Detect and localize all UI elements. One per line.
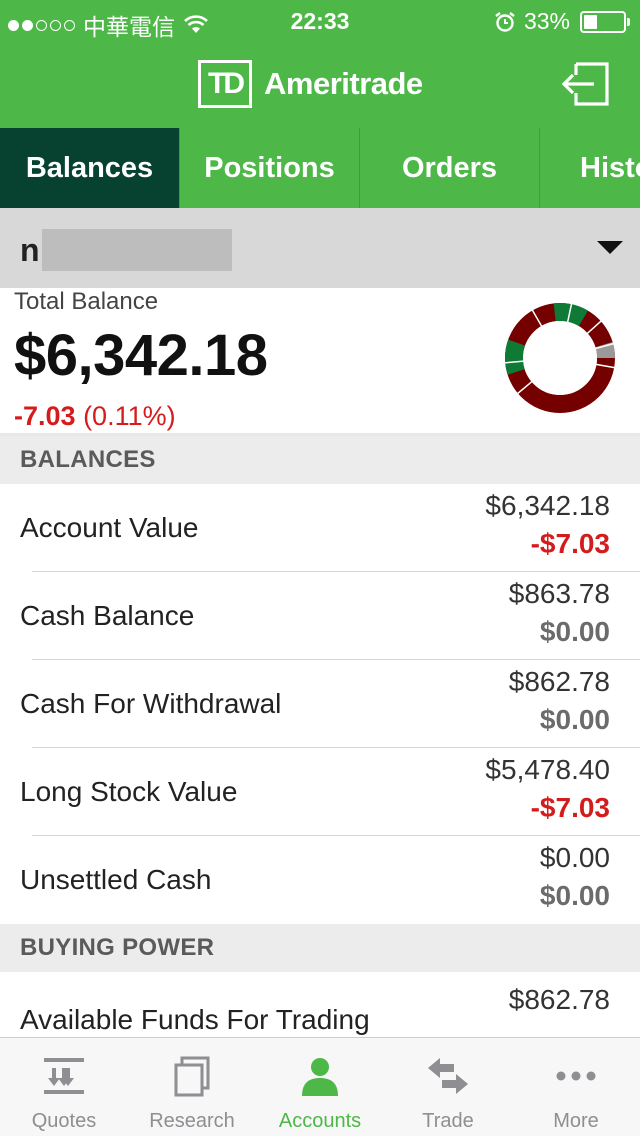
balance-row-cash-for-withdrawal[interactable]: Cash For Withdrawal $862.78 $0.00 — [0, 660, 640, 748]
logout-icon[interactable] — [560, 58, 612, 110]
bottom-tab-more[interactable]: More — [512, 1038, 640, 1136]
allocation-donut-chart[interactable] — [500, 298, 620, 418]
battery-level — [584, 14, 597, 29]
account-name: n — [20, 232, 40, 268]
row-change: -$7.03 — [530, 792, 610, 823]
row-change: -$7.03 — [530, 528, 610, 559]
bottom-tab-accounts[interactable]: Accounts — [256, 1038, 384, 1136]
row-label: Long Stock Value — [20, 776, 238, 807]
account-selector[interactable]: n — [0, 208, 640, 288]
row-label: Account Value — [20, 512, 199, 543]
bottom-tab-bar: Quotes Research Accounts Trade More — [0, 1037, 640, 1136]
bottom-tab-research[interactable]: Research — [128, 1038, 256, 1136]
total-balance-label: Total Balance — [14, 288, 159, 315]
tab-orders[interactable]: Orders — [360, 128, 540, 208]
dropdown-caret-icon[interactable] — [597, 241, 623, 254]
more-icon — [556, 1071, 596, 1081]
bottom-tab-quotes[interactable]: Quotes — [0, 1038, 128, 1136]
tab-label: Accounts — [278, 1110, 362, 1132]
buying-power-section-header: BUYING POWER — [0, 924, 640, 972]
change-percent: (0.11%) — [83, 401, 176, 431]
balance-row-unsettled-cash[interactable]: Unsettled Cash $0.00 $0.00 — [0, 836, 640, 924]
tab-label: Quotes — [31, 1110, 97, 1132]
tab-label: More — [553, 1110, 599, 1132]
row-value: $0.00 — [539, 842, 610, 873]
brand-logo: TD Ameritrade — [198, 60, 423, 108]
row-value: $862.78 — [508, 984, 610, 1015]
account-tabs: Balances Positions Orders History — [0, 128, 640, 208]
row-value: $862.78 — [508, 666, 610, 697]
row-label: Cash Balance — [20, 600, 195, 631]
row-value: $6,342.18 — [485, 490, 610, 521]
row-change: $0.00 — [539, 704, 610, 735]
battery-icon — [580, 10, 630, 33]
balances-section-header: BALANCES — [0, 436, 640, 484]
tab-label: Trade — [422, 1110, 474, 1132]
quotes-icon — [44, 1058, 84, 1094]
total-balance-card: Total Balance $6,342.18 -7.03 (0.11%) — [0, 288, 640, 436]
total-balance-change: -7.03 (0.11%) — [14, 401, 176, 432]
balance-row-cash-balance[interactable]: Cash Balance $863.78 $0.00 — [0, 572, 640, 660]
battery-info: 33% — [494, 8, 630, 35]
buying-power-row-available-funds[interactable]: Available Funds For Trading $862.78 — [0, 972, 640, 1038]
total-balance-value: $6,342.18 — [14, 323, 268, 388]
app-header: TD Ameritrade — [0, 40, 640, 128]
accounts-icon — [302, 1058, 338, 1096]
row-label: Cash For Withdrawal — [20, 688, 282, 719]
row-change: $0.00 — [539, 880, 610, 911]
account-name-redaction — [42, 229, 232, 271]
trade-icon — [428, 1058, 468, 1094]
tab-balances[interactable]: Balances — [0, 128, 180, 208]
tab-history[interactable]: History — [540, 128, 640, 208]
td-logo-mark: TD — [198, 60, 252, 108]
alarm-icon — [495, 11, 515, 32]
battery-percent: 33% — [523, 8, 570, 34]
status-bar: 中華電信 22:33 33% — [0, 0, 640, 40]
row-label: Unsettled Cash — [20, 864, 212, 895]
bottom-tab-trade[interactable]: Trade — [384, 1038, 512, 1136]
tab-label: Research — [149, 1110, 235, 1132]
research-icon — [174, 1056, 210, 1097]
change-amount: -7.03 — [14, 401, 76, 431]
brand-name: Ameritrade — [264, 66, 423, 101]
tab-positions[interactable]: Positions — [180, 128, 360, 208]
row-value: $5,478.40 — [485, 754, 610, 785]
balance-row-long-stock-value[interactable]: Long Stock Value $5,478.40 -$7.03 — [0, 748, 640, 836]
row-value: $863.78 — [508, 578, 610, 609]
balance-row-account-value[interactable]: Account Value $6,342.18 -$7.03 — [0, 484, 640, 572]
row-change: $0.00 — [539, 616, 610, 647]
